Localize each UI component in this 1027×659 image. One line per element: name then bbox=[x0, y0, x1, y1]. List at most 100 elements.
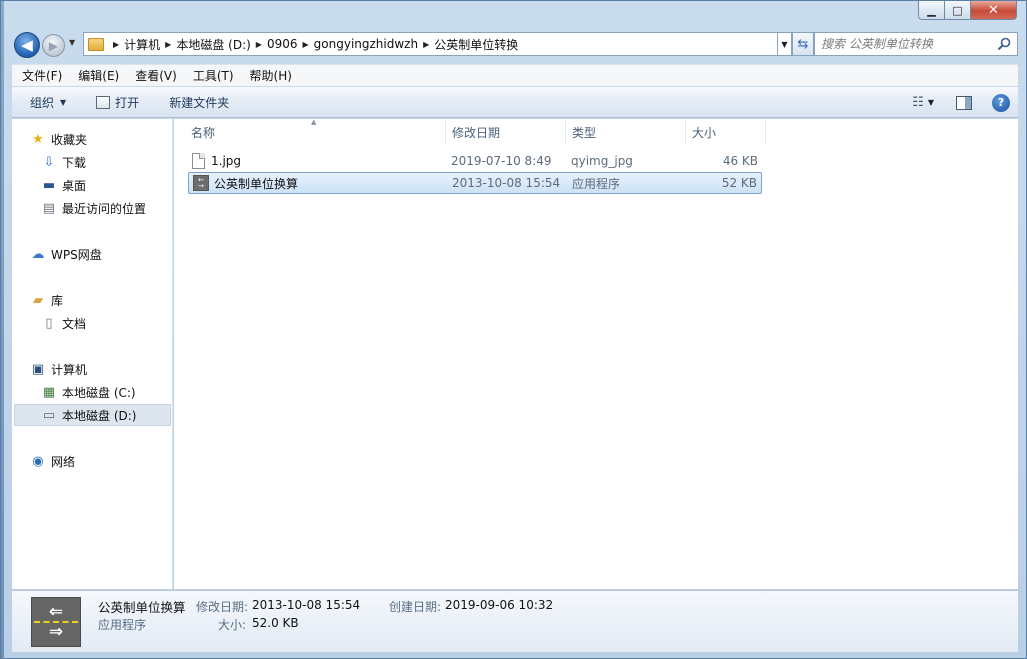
menu-tools[interactable]: 工具(T) bbox=[185, 67, 242, 84]
column-header-size[interactable]: 大小 bbox=[692, 119, 762, 145]
details-file-name: 公英制单位换算 bbox=[98, 600, 186, 615]
folder-icon bbox=[88, 37, 104, 51]
chevron-right-icon[interactable]: ▶ bbox=[165, 40, 171, 49]
column-divider[interactable] bbox=[765, 121, 766, 143]
sidebar-item-label: 桌面 bbox=[62, 178, 87, 193]
sidebar-item-label: 本地磁盘 (C:) bbox=[62, 385, 136, 400]
file-row-selected[interactable]: ← → 公英制单位换算 2013-10-08 15:54 应用程序 52 KB bbox=[188, 172, 762, 194]
file-size: 52 KB bbox=[721, 176, 757, 190]
preview-pane-icon[interactable] bbox=[956, 95, 972, 110]
column-header-date[interactable]: 修改日期 bbox=[452, 119, 564, 145]
refresh-button[interactable]: ⇆ bbox=[792, 32, 814, 56]
column-header-label: 类型 bbox=[572, 125, 597, 140]
file-name-cell: 1.jpg bbox=[192, 151, 241, 171]
minimize-button[interactable]: ▁ bbox=[918, 1, 945, 20]
menu-file[interactable]: 文件(F) bbox=[12, 67, 70, 84]
search-icon[interactable] bbox=[997, 37, 1011, 51]
forward-button[interactable]: ▶ bbox=[42, 34, 65, 57]
column-divider[interactable] bbox=[565, 121, 566, 143]
command-bar: 组织 ▼ 打开 新建文件夹 ☷ ▼ ? bbox=[12, 87, 1018, 118]
file-type: 应用程序 bbox=[572, 176, 621, 191]
sidebar-item-libraries[interactable]: ▰ 库 bbox=[30, 290, 63, 310]
change-view-icon[interactable]: ☷ bbox=[912, 95, 924, 110]
file-row[interactable]: 1.jpg 2019-07-10 8:49 qyimg_jpg 46 KB bbox=[188, 151, 762, 173]
sidebar-item-label: 下载 bbox=[62, 155, 87, 170]
back-button[interactable]: ◀ bbox=[14, 32, 40, 58]
open-icon bbox=[96, 95, 111, 109]
chevron-right-icon[interactable]: ▶ bbox=[113, 40, 119, 49]
computer-icon: ▣ bbox=[31, 361, 45, 377]
chevron-down-icon: ▼ bbox=[60, 97, 67, 107]
arrow-right-icon: ⇒ bbox=[48, 622, 64, 642]
sidebar-item-label: 库 bbox=[51, 293, 64, 308]
new-folder-button[interactable]: 新建文件夹 bbox=[149, 87, 239, 118]
details-modified-label: 修改日期: bbox=[196, 600, 249, 614]
recent-pages-dropdown-icon[interactable]: ▼ bbox=[69, 38, 75, 47]
search-box[interactable] bbox=[814, 32, 1018, 56]
sidebar-item-label: 网络 bbox=[51, 454, 76, 469]
address-history-dropdown[interactable]: ▼ bbox=[778, 32, 792, 56]
file-type: qyimg_jpg bbox=[571, 154, 633, 168]
breadcrumb-0906[interactable]: 0906 bbox=[267, 37, 298, 51]
sidebar-item-favorites[interactable]: ★ 收藏夹 bbox=[30, 129, 87, 149]
file-name: 1.jpg bbox=[211, 154, 242, 168]
maximize-button[interactable]: □ bbox=[945, 1, 971, 20]
details-pane: ⇐ ⇒ 公英制单位换算 应用程序 修改日期: 2013-10-08 15:54 … bbox=[12, 590, 1018, 652]
column-header-label: 大小 bbox=[692, 125, 717, 140]
hard-drive-icon: ▭ bbox=[42, 407, 56, 423]
image-file-icon bbox=[192, 153, 205, 169]
breadcrumb-gongyingzhidwzh[interactable]: gongyingzhidwzh bbox=[314, 37, 418, 51]
column-header-type[interactable]: 类型 bbox=[572, 119, 684, 145]
details-size-label: 大小: bbox=[218, 618, 247, 632]
breadcrumb-computer[interactable]: 计算机 bbox=[124, 36, 160, 53]
sidebar-item-label: 计算机 bbox=[51, 362, 88, 377]
address-bar[interactable]: ▶ 计算机 ▶ 本地磁盘 (D:) ▶ 0906 ▶ gongyingzhidw… bbox=[83, 32, 778, 56]
chevron-right-icon[interactable]: ▶ bbox=[423, 40, 429, 49]
menu-help[interactable]: 帮助(H) bbox=[242, 67, 300, 84]
organize-button[interactable]: 组织 ▼ bbox=[12, 87, 76, 118]
details-size-value: 52.0 KB bbox=[252, 616, 299, 630]
file-size: 46 KB bbox=[722, 154, 758, 168]
view-options-dropdown-icon[interactable]: ▼ bbox=[928, 98, 934, 107]
navigation-row: ◀ ▶ ▼ ▶ 计算机 ▶ 本地磁盘 (D:) ▶ 0906 ▶ gongyin… bbox=[11, 31, 1019, 59]
sidebar-item-drive-d[interactable]: ▭ 本地磁盘 (D:) bbox=[41, 405, 137, 425]
sidebar-item-recent-places[interactable]: ▤ 最近访问的位置 bbox=[41, 198, 146, 218]
caption-buttons: ▁ □ ✕ bbox=[918, 1, 1017, 20]
sidebar-item-desktop[interactable]: ▬ 桌面 bbox=[41, 175, 86, 195]
sidebar-item-documents[interactable]: ▯ 文档 bbox=[41, 313, 86, 333]
column-divider[interactable] bbox=[685, 121, 686, 143]
breadcrumb-drive-d[interactable]: 本地磁盘 (D:) bbox=[176, 36, 250, 53]
sidebar-item-downloads[interactable]: ⇩ 下载 bbox=[41, 152, 86, 172]
sidebar-item-drive-c[interactable]: ▦ 本地磁盘 (C:) bbox=[41, 382, 136, 402]
sidebar-item-computer[interactable]: ▣ 计算机 bbox=[30, 359, 87, 379]
chevron-right-icon[interactable]: ▶ bbox=[256, 40, 262, 49]
column-divider[interactable] bbox=[445, 121, 446, 143]
desktop-icon: ▬ bbox=[42, 177, 56, 193]
menu-view[interactable]: 查看(V) bbox=[127, 67, 185, 84]
window-left-edge bbox=[1, 1, 4, 659]
sidebar-item-wps-drive[interactable]: ☁ WPS网盘 bbox=[30, 244, 102, 264]
open-button[interactable]: 打开 bbox=[76, 87, 149, 118]
application-large-icon: ⇐ ⇒ bbox=[31, 597, 81, 647]
search-input[interactable] bbox=[821, 37, 997, 51]
file-date: 2019-07-10 8:49 bbox=[451, 154, 552, 168]
cloud-icon: ☁ bbox=[31, 246, 45, 262]
details-created-value: 2019-09-06 10:32 bbox=[445, 598, 554, 612]
file-list-pane: ▲ 名称 修改日期 类型 大小 1.jpg 2019-07-10 8:49 qy… bbox=[174, 118, 1018, 589]
sidebar-item-network[interactable]: ◉ 网络 bbox=[30, 451, 75, 471]
close-button[interactable]: ✕ bbox=[971, 1, 1017, 20]
explorer-window: ▁ □ ✕ ◀ ▶ ▼ ▶ 计算机 ▶ 本地磁盘 (D:) ▶ 0906 ▶ g… bbox=[0, 0, 1027, 659]
column-header-name[interactable]: 名称 bbox=[191, 119, 445, 145]
file-name: 公英制单位换算 bbox=[214, 176, 299, 191]
details-modified-value: 2013-10-08 15:54 bbox=[252, 598, 361, 612]
recent-places-icon: ▤ bbox=[42, 200, 56, 216]
file-date: 2013-10-08 15:54 bbox=[452, 176, 561, 190]
help-icon[interactable]: ? bbox=[992, 93, 1010, 112]
breadcrumb-current-folder[interactable]: 公英制单位转换 bbox=[434, 36, 518, 53]
sidebar-item-label: 本地磁盘 (D:) bbox=[62, 408, 137, 423]
menu-edit[interactable]: 编辑(E) bbox=[70, 67, 127, 84]
sidebar-item-label: 收藏夹 bbox=[51, 132, 88, 147]
chevron-right-icon[interactable]: ▶ bbox=[303, 40, 309, 49]
sidebar-item-label: 文档 bbox=[62, 316, 87, 331]
column-header-label: 修改日期 bbox=[452, 125, 501, 140]
